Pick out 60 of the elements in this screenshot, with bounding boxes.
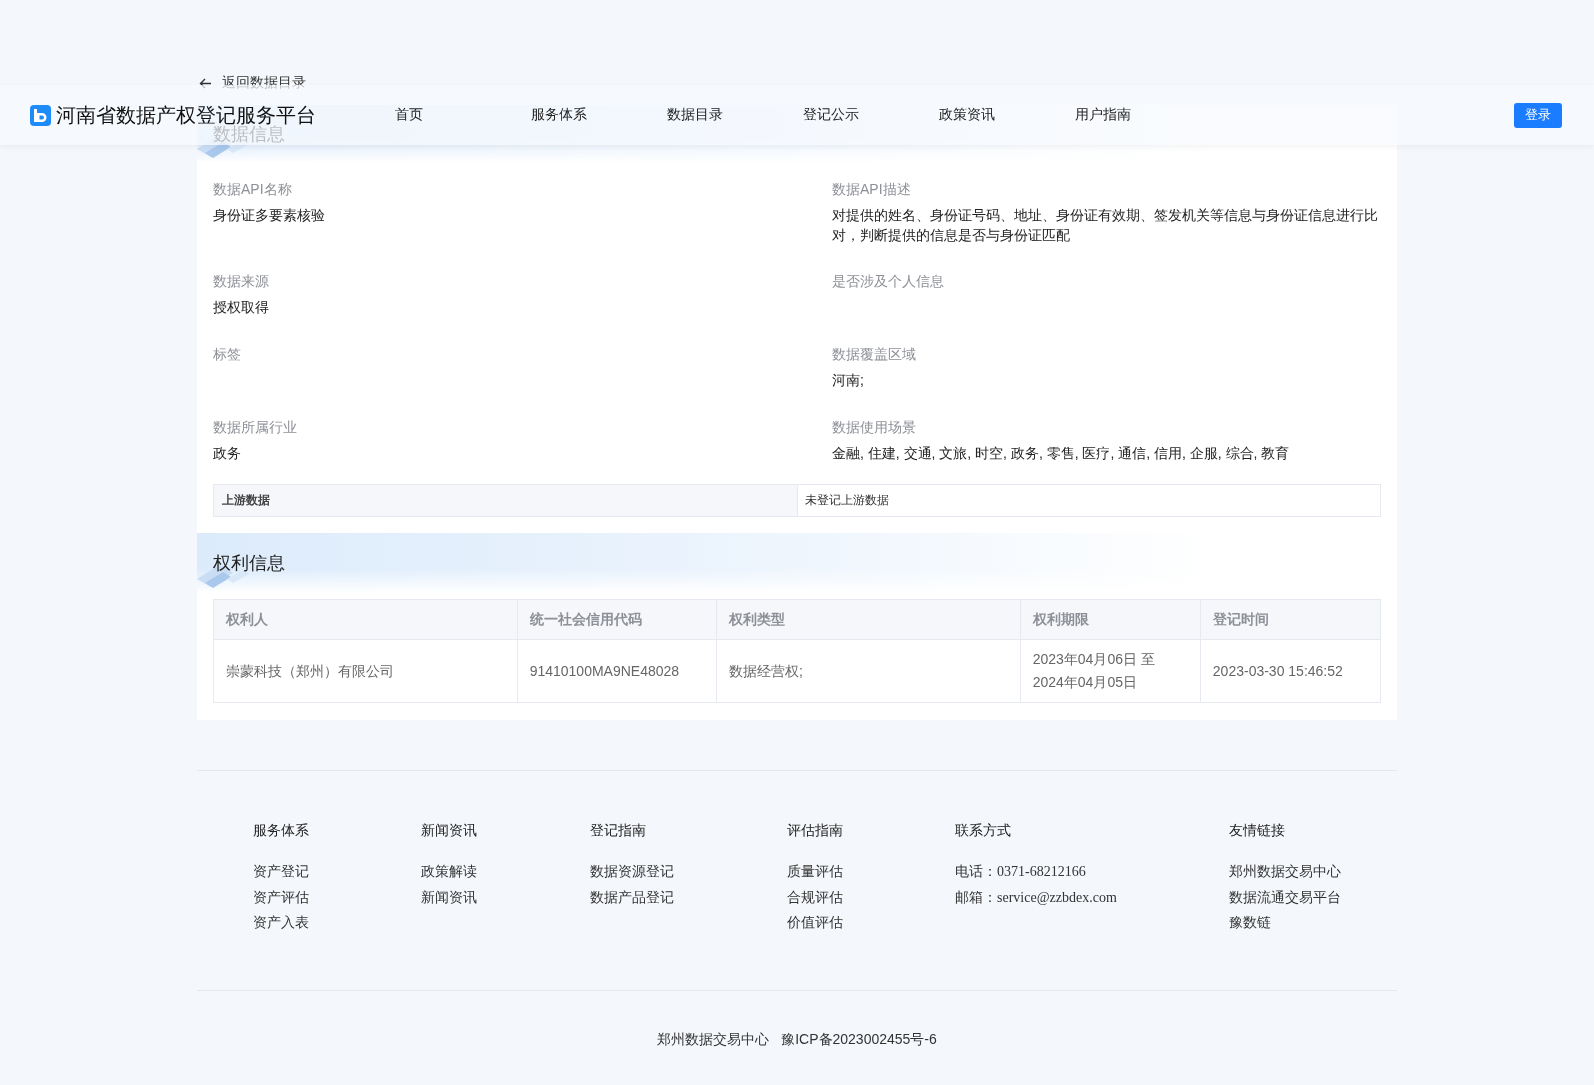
- nav-link[interactable]: 用户指南: [1075, 106, 1211, 124]
- table-header-cell: 上游数据: [214, 485, 798, 516]
- footer-link[interactable]: 新闻资讯: [421, 884, 477, 910]
- field-label: 数据API描述: [832, 180, 912, 199]
- field-label: 数据覆盖区域: [832, 345, 917, 364]
- footer-heading: 友情链接: [1229, 821, 1285, 839]
- footer-link[interactable]: 资产评估: [253, 884, 309, 910]
- table-cell: 2023年04月06日 至 2024年04月05日: [1020, 639, 1201, 703]
- column-header: 登记时间: [1200, 599, 1381, 640]
- footer-link[interactable]: 质量评估: [787, 859, 843, 885]
- field-label: 数据所属行业: [213, 418, 298, 437]
- footer-link[interactable]: 郑州数据交易中心: [1229, 859, 1341, 885]
- footer-heading: 服务体系: [253, 821, 309, 839]
- footer-heading: 评估指南: [787, 821, 843, 839]
- field-label: 数据API名称: [213, 180, 293, 199]
- column-header: 权利类型: [716, 599, 1021, 640]
- field-value: 河南;: [832, 371, 865, 390]
- logo-icon: [30, 104, 51, 126]
- column-header: 权利期限: [1020, 599, 1201, 640]
- footer-link[interactable]: 数据流通交易平台: [1229, 884, 1341, 910]
- field-value: 授权取得: [213, 298, 270, 317]
- field-value: 对提供的姓名、身份证号码、地址、身份证有效期、签发机关等信息与身份证信息进行比对，判断提供的信息是否与身份证匹配: [832, 206, 1379, 245]
- footer-link[interactable]: 价值评估: [787, 910, 843, 936]
- field-value: 政务: [213, 444, 242, 463]
- footer-link[interactable]: 资产入表: [253, 910, 309, 936]
- footer-link[interactable]: 资产登记: [253, 859, 309, 885]
- column-header: 权利人: [213, 599, 518, 640]
- site-title: 河南省数据产权登记服务平台: [56, 102, 316, 126]
- copyright-text: 郑州数据交易中心: [657, 1031, 770, 1049]
- nav-link[interactable]: 首页: [395, 106, 531, 124]
- footer-link[interactable]: 电话：0371-68212166: [955, 859, 1086, 885]
- table-cell: 崇蒙科技（郑州）有限公司: [213, 639, 518, 703]
- field-value: 金融, 住建, 交通, 文旅, 时空, 政务, 零售, 医疗, 通信, 信用, 企服, 综合, 教育: [832, 444, 1291, 463]
- table-cell: 数据经营权;: [716, 639, 1021, 703]
- footer-heading: 新闻资讯: [421, 821, 477, 839]
- table-cell: 2023-03-30 15:46:52: [1200, 639, 1381, 703]
- nav-link[interactable]: 服务体系: [531, 106, 667, 124]
- table-cell-text: 未登记上游数据: [804, 492, 890, 509]
- footer-link[interactable]: 数据资源登记: [590, 859, 674, 885]
- field-label: 是否涉及个人信息: [832, 272, 945, 291]
- field-label: 标签: [213, 345, 242, 364]
- field-label: 数据使用场景: [832, 418, 917, 437]
- footer-link[interactable]: 邮箱：service@zzbdex.com: [955, 884, 1117, 910]
- login-button[interactable]: 登录: [1514, 102, 1562, 128]
- copyright-text: 豫ICP备2023002455号-6: [781, 1031, 937, 1049]
- footer-link[interactable]: 合规评估: [787, 884, 843, 910]
- nav-link[interactable]: 数据目录: [667, 106, 803, 124]
- back-link[interactable]: 返回数据目录: [197, 74, 306, 92]
- nav-link[interactable]: 登记公示: [803, 106, 939, 124]
- footer-heading: 联系方式: [955, 821, 1011, 839]
- field-label: 数据来源: [213, 272, 270, 291]
- footer-link[interactable]: 豫数链: [1229, 910, 1271, 936]
- section-title: 权利信息: [213, 552, 285, 575]
- table-cell: 91410100MA9NE48028: [517, 639, 717, 703]
- footer-heading: 登记指南: [590, 821, 646, 839]
- footer-link[interactable]: 政策解读: [421, 859, 477, 885]
- column-header: 统一社会信用代码: [517, 599, 717, 640]
- field-value: 身份证多要素核验: [213, 206, 326, 225]
- nav-link[interactable]: 政策资讯: [939, 106, 1075, 124]
- footer-link[interactable]: 数据产品登记: [590, 884, 674, 910]
